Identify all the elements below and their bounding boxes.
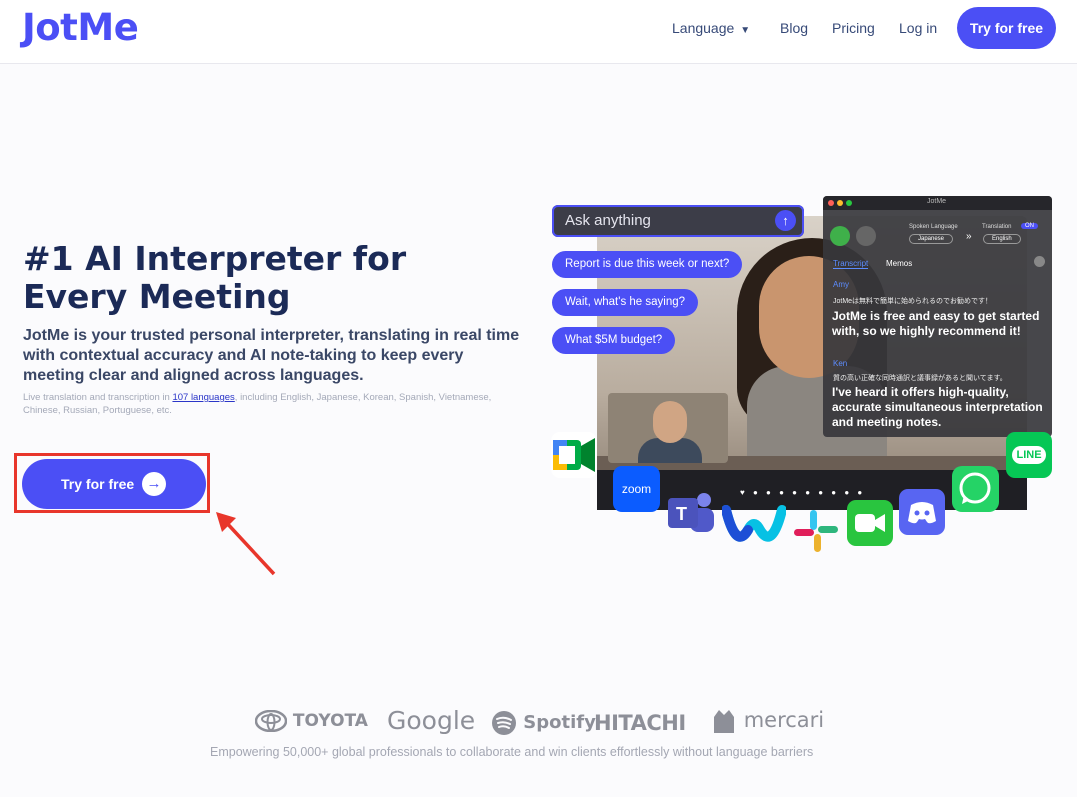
toyota-logo: TOYOTA (254, 709, 368, 733)
chevron-down-icon: ▼ (740, 25, 751, 36)
suggestion-bubble[interactable]: Report is due this week or next? (552, 251, 743, 278)
cta-label: Try for free (61, 476, 135, 492)
site-header: JotMe Language ▼ Blog Pricing Log in Try … (0, 0, 1077, 64)
nav-language[interactable]: Language ▼ (672, 20, 750, 36)
double-chevron-icon: » (966, 231, 972, 242)
spoken-language-label: Spoken Language (909, 224, 958, 230)
speaker-name: Ken (833, 359, 848, 368)
translation-language-select: English (983, 234, 1021, 244)
hero-title: #1 AI Interpreter for Every Meeting (23, 239, 407, 316)
tagline: Empowering 50,000+ global professionals … (210, 745, 814, 759)
translation-toggle: ON (1021, 223, 1038, 229)
suggestion-bubble[interactable]: What $5M budget? (552, 327, 676, 354)
toyota-emblem-icon (254, 709, 288, 733)
stop-icon (856, 226, 876, 246)
translation-label: Translation (982, 224, 1012, 230)
toyota-logo-text: TOYOTA (292, 711, 368, 731)
mercari-logo: mercari (711, 707, 824, 735)
translated-text: JotMe is free and easy to get started wi… (832, 309, 1040, 338)
slack-icon (792, 508, 840, 554)
webex-icon (721, 500, 787, 548)
languages-link[interactable]: 107 languages (172, 392, 234, 403)
mercari-emblem-icon (714, 710, 734, 733)
hero-description: JotMe is your trusted personal interpret… (23, 327, 520, 384)
tab-transcript: Transcript (833, 259, 869, 269)
zoom-icon: zoom (613, 466, 660, 512)
meeting-reaction-icons: ♥ ● ● ● ● ● ● ● ● ● (740, 488, 866, 497)
google-meet-icon (551, 432, 597, 478)
pin-icon (1034, 256, 1045, 267)
original-text: 質の高い正確な同時通訳と議事録があると聞いてます。 (833, 375, 1007, 382)
spoken-language-select: Japanese (909, 234, 954, 244)
spotify-logo-text: Spotify (523, 712, 596, 733)
red-pointer-arrow (216, 512, 276, 576)
try-for-free-header-button[interactable]: Try for free (957, 7, 1056, 49)
languages-note-prefix: Live translation and transcription in (23, 392, 173, 403)
google-logo: Google (387, 706, 476, 735)
suggestion-bubble[interactable]: Wait, what's he saying? (552, 289, 699, 316)
try-for-free-hero-button[interactable]: Try for free → (22, 459, 206, 509)
hero-languages-note: Live translation and transcription in 10… (23, 391, 503, 417)
pause-icon (830, 226, 850, 246)
spotify-emblem-icon (492, 711, 516, 735)
translated-text: I've heard it offers high-quality, accur… (832, 385, 1043, 429)
nav-blog[interactable]: Blog (780, 20, 808, 36)
send-arrow-icon[interactable]: ↑ (775, 210, 796, 231)
facetime-icon (847, 500, 893, 546)
discord-icon (899, 489, 945, 535)
ask-anything-placeholder: Ask anything (565, 212, 651, 229)
line-icon-label: LINE (1012, 446, 1046, 464)
speaker-name: Amy (833, 280, 849, 289)
participant-video (608, 393, 728, 463)
original-text: JotMeは無料で簡単に始められるのでお勧めです！ (833, 298, 993, 305)
tab-memos: Memos (886, 259, 913, 268)
jotme-logo[interactable]: JotMe (22, 6, 139, 49)
spotify-logo: Spotify (491, 710, 596, 736)
whatsapp-icon (952, 466, 999, 512)
line-icon: LINE (1006, 432, 1052, 478)
svg-text:T: T (676, 504, 687, 524)
nav-pricing[interactable]: Pricing (832, 20, 875, 36)
arrow-right-icon: → (142, 472, 166, 496)
mercari-logo-text: mercari (743, 708, 825, 732)
nav-login[interactable]: Log in (899, 20, 937, 36)
panel-title: JotMe (927, 198, 947, 205)
microsoft-teams-icon: T (666, 490, 716, 535)
hitachi-logo: HITACHI (594, 711, 686, 735)
nav-language-label: Language (672, 20, 735, 36)
